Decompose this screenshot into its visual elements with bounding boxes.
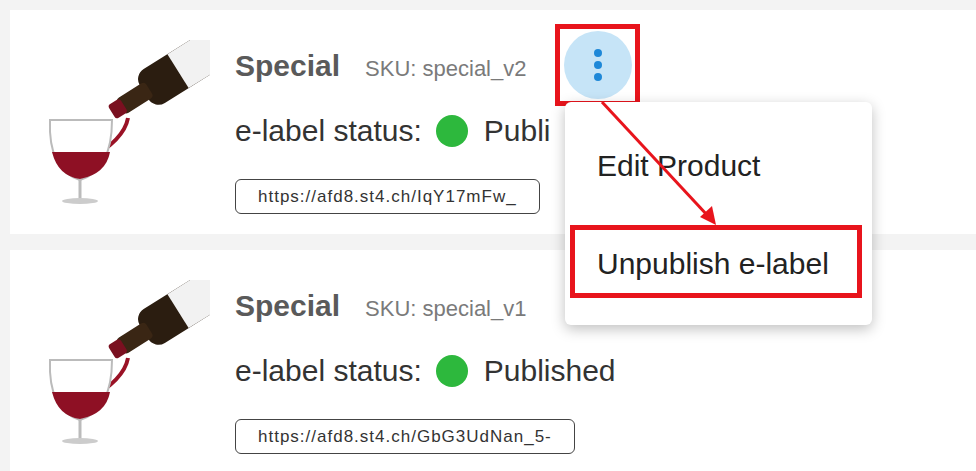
- product-row: Special SKU: special_v2 e-label status: Pub…: [10, 10, 976, 234]
- annotation-box: [570, 225, 862, 298]
- product-info: Special SKU: special_v2 e-label status: Pub…: [235, 46, 551, 214]
- url-field[interactable]: https://afd8.st4.ch/IqY17mFw_: [235, 179, 540, 214]
- status-text: Publi: [484, 111, 551, 151]
- status-line: e-label status: Publi: [235, 111, 551, 151]
- product-sku: SKU: special_v2: [365, 56, 526, 81]
- more-button[interactable]: [564, 31, 632, 99]
- product-title: Special SKU: special_v1: [235, 286, 526, 331]
- menu-item-label: Unpublish e-label: [597, 241, 829, 286]
- more-icon: [593, 48, 603, 82]
- menu-item-label: Edit Product: [597, 143, 760, 188]
- context-menu: Edit Product Unpublish e-label: [565, 102, 872, 325]
- status-text: Published: [484, 351, 616, 391]
- menu-item[interactable]: Unpublish e-label: [565, 214, 872, 312]
- product-sku: SKU: special_v1: [365, 296, 526, 321]
- status-dot: [436, 355, 468, 387]
- menu-item[interactable]: Edit Product: [565, 116, 872, 214]
- product-name: Special: [235, 49, 340, 82]
- wine-image-icon: [40, 280, 210, 445]
- product-name: Special: [235, 289, 340, 322]
- product-info: Special SKU: special_v1 e-label status: Pub…: [235, 286, 616, 454]
- status-label: e-label status:: [235, 111, 422, 151]
- status-label: e-label status:: [235, 351, 422, 391]
- status-line: e-label status: Published: [235, 351, 616, 391]
- url-field[interactable]: https://afd8.st4.ch/GbG3UdNan_5-: [235, 419, 575, 454]
- product-title: Special SKU: special_v2: [235, 46, 526, 91]
- wine-image-icon: [40, 40, 210, 205]
- status-dot: [436, 115, 468, 147]
- annotation-box: [555, 24, 640, 106]
